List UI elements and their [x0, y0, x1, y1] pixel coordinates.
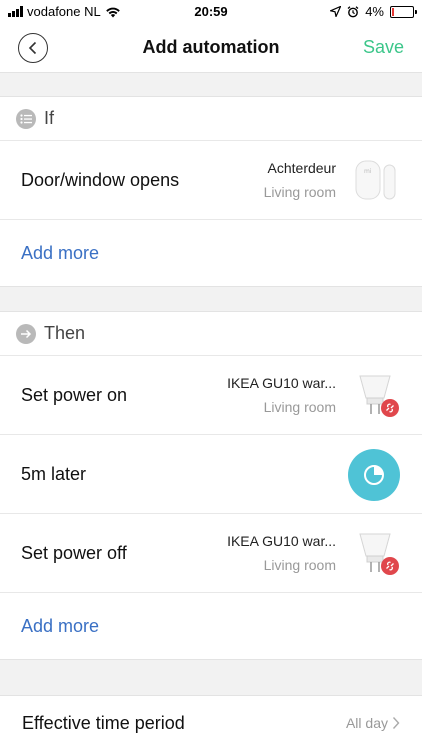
condition-label: Door/window opens: [21, 169, 180, 190]
status-right: 4%: [330, 4, 417, 19]
then-header-label: Then: [44, 323, 86, 343]
page-title: Add automation: [142, 37, 280, 57]
timer-icon: [348, 449, 400, 501]
if-header-label: If: [44, 108, 55, 128]
device-room: Living room: [263, 399, 336, 415]
then-header: Then: [0, 312, 422, 356]
list-icon: [16, 108, 36, 129]
effective-time-text: All day: [345, 715, 388, 731]
device-room: Living room: [263, 557, 336, 573]
device-name: Achterdeur: [267, 160, 336, 176]
effective-time-label: Effective time period: [22, 713, 185, 733]
then-section: Then Set power on IKEA GU10 war... Livin…: [0, 311, 422, 660]
add-condition-link[interactable]: Add more: [0, 220, 422, 286]
svg-text:mi: mi: [364, 168, 372, 175]
condition-device: Achterdeur Living room: [264, 160, 336, 200]
battery-icon: [390, 5, 417, 18]
device-name: IKEA GU10 war...: [227, 375, 336, 391]
add-action-link[interactable]: Add more: [0, 593, 422, 659]
door-sensor-icon: mi: [355, 160, 396, 200]
arrow-right-icon: [16, 323, 36, 344]
delay-label: 5m later: [21, 463, 87, 484]
action-row[interactable]: Set power on IKEA GU10 war... Living roo…: [0, 356, 422, 435]
condition-row[interactable]: Door/window opens Achterdeur Living room…: [0, 141, 422, 220]
action-device: IKEA GU10 war... Living room: [227, 533, 336, 573]
action-label: Set power on: [21, 384, 128, 405]
bulb-icon: [359, 375, 399, 417]
status-bar: vodafone NL 20:59 4%: [0, 0, 422, 24]
action-device: IKEA GU10 war... Living room: [227, 375, 336, 415]
if-section: If Door/window opens Achterdeur Living r…: [0, 96, 422, 287]
if-header: If: [0, 97, 422, 141]
effective-time-row[interactable]: Effective time period All day: [0, 695, 422, 751]
action-row[interactable]: Set power off IKEA GU10 war... Living ro…: [0, 514, 422, 593]
battery-percent: 4%: [365, 4, 384, 19]
delay-row[interactable]: 5m later: [0, 435, 422, 514]
device-room: Living room: [263, 184, 336, 200]
battery-fill: [392, 7, 394, 16]
device-name: IKEA GU10 war...: [227, 533, 336, 549]
alarm-icon: [347, 5, 359, 17]
chevron-right-icon: [392, 717, 400, 729]
nav-bar: Add automation Save: [0, 24, 422, 73]
effective-time-value: All day: [346, 715, 400, 731]
bulb-icon: [359, 533, 399, 575]
action-label: Set power off: [21, 542, 127, 563]
location-icon: [330, 6, 342, 17]
save-button[interactable]: Save: [363, 37, 404, 58]
